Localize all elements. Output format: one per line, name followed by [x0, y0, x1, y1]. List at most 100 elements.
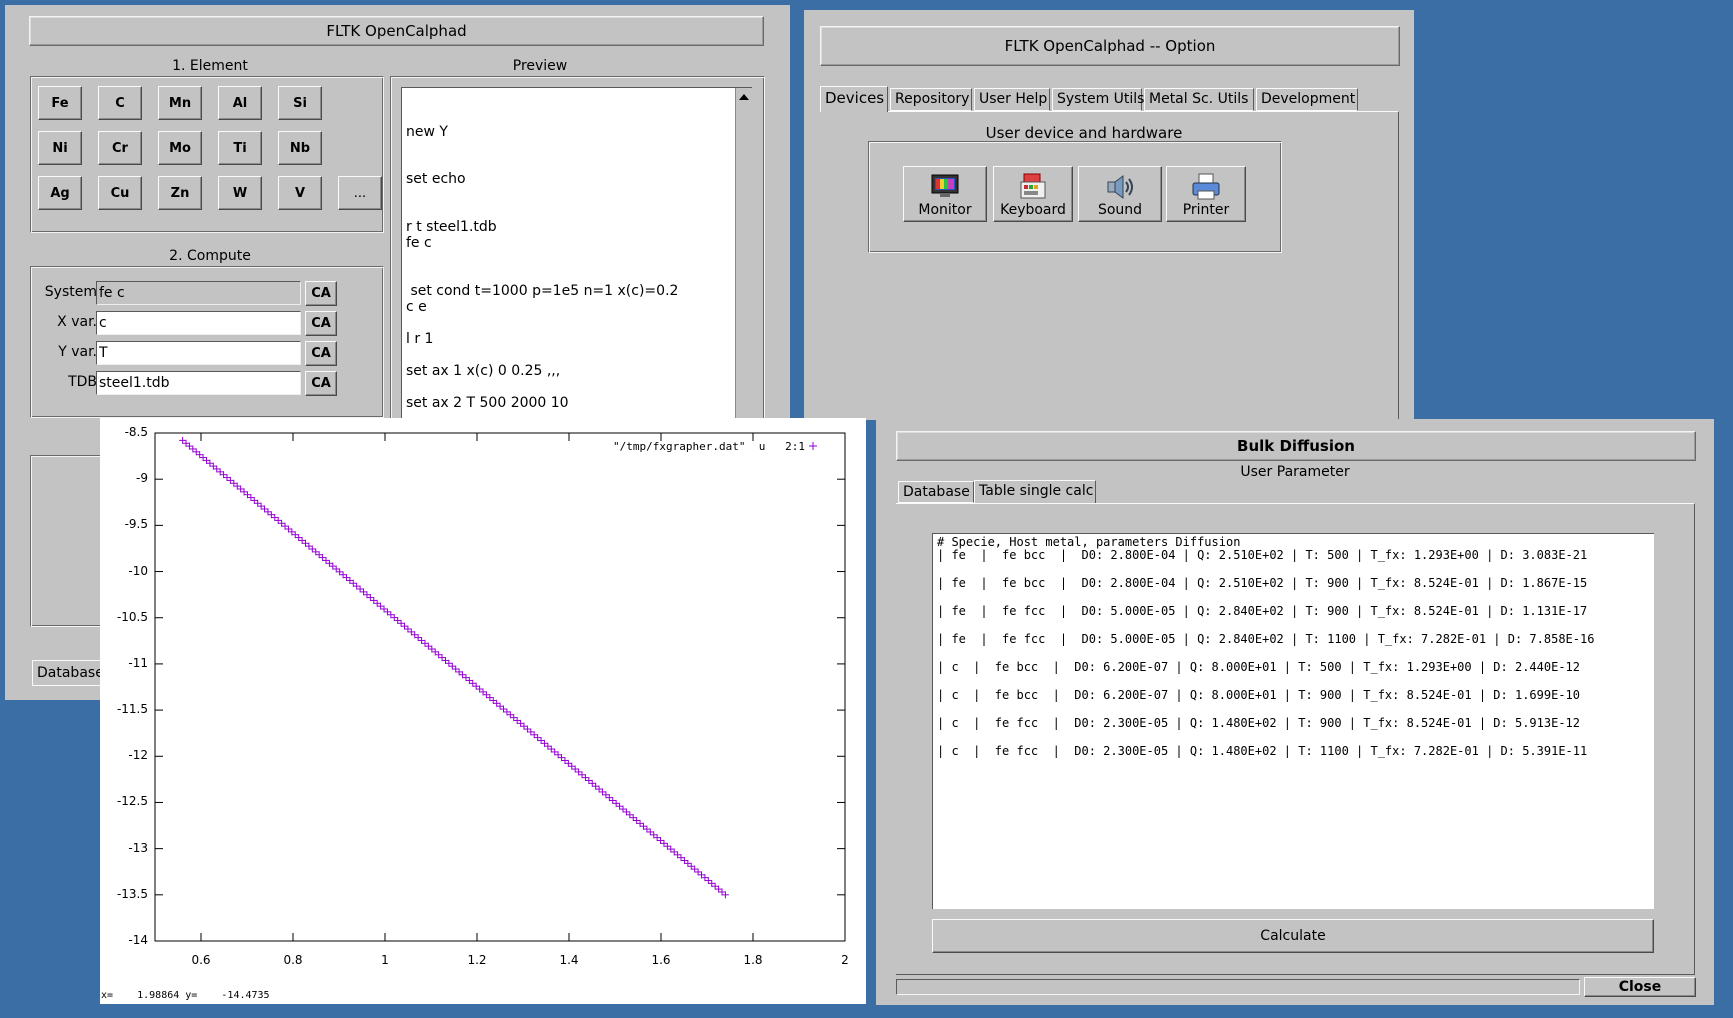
y-tick-label: -10: [128, 563, 148, 578]
printer-label: Printer: [1182, 202, 1230, 218]
tab-repository[interactable]: Repository: [890, 88, 972, 111]
table-row: | c | fe bcc | D0: 6.200E-07 | Q: 8.000E…: [937, 688, 1580, 702]
speaker-icon: [1105, 173, 1135, 205]
monitor-label: Monitor: [918, 202, 972, 218]
preview-scrollbar[interactable]: [735, 88, 752, 428]
element-group-label: 1. Element: [172, 58, 248, 74]
keyboard-icon: [1018, 173, 1048, 205]
preview-line: set ax 2 T 500 2000 10: [406, 395, 569, 411]
sound-button[interactable]: Sound: [1078, 166, 1162, 222]
plot-legend: "/tmp/fxgrapher.dat" u 2:1: [613, 440, 806, 453]
calculate-button[interactable]: Calculate: [932, 919, 1654, 953]
y-tick-label: -8.5: [124, 425, 148, 439]
legend-marker: [809, 442, 817, 450]
x-tick-label: 1.4: [559, 953, 579, 967]
element-button-w[interactable]: W: [218, 176, 262, 210]
tab-database[interactable]: Database: [898, 481, 974, 503]
compute-group-label: 2. Compute: [169, 248, 251, 264]
table-row: | fe | fe bcc | D0: 2.800E-04 | Q: 2.510…: [937, 576, 1588, 590]
progress-bar: [896, 979, 1580, 995]
diffusion-window: Bulk Diffusion User Parameter Database T…: [876, 419, 1714, 1005]
keyboard-button[interactable]: Keyboard: [993, 166, 1073, 222]
element-button-si[interactable]: Si: [278, 86, 322, 120]
y-tick-label: -11.5: [116, 702, 148, 717]
y-tick-label: -9.5: [124, 517, 148, 532]
element-button-c[interactable]: C: [98, 86, 142, 120]
y-tick-label: -11: [128, 655, 148, 670]
xvar-field[interactable]: [96, 311, 301, 335]
xvar-ca-button[interactable]: CA: [305, 311, 337, 336]
table-row: | fe | fe fcc | D0: 5.000E-05 | Q: 2.840…: [937, 632, 1595, 646]
y-tick-label: -12: [128, 748, 148, 763]
tdb-label: TDB: [68, 374, 97, 390]
element-button-al[interactable]: Al: [218, 86, 262, 120]
tdb-ca-button[interactable]: CA: [305, 371, 337, 396]
table-row: | c | fe fcc | D0: 2.300E-05 | Q: 1.480E…: [937, 744, 1588, 758]
element-button-ni[interactable]: Ni: [38, 131, 82, 165]
monitor-icon: [930, 173, 960, 203]
yvar-field[interactable]: [96, 341, 301, 365]
system-field[interactable]: [96, 281, 301, 305]
tab-table-single-calc[interactable]: Table single calc: [974, 480, 1096, 504]
sound-label: Sound: [1097, 202, 1143, 218]
element-button-nb[interactable]: Nb: [278, 131, 322, 165]
monitor-button[interactable]: Monitor: [903, 166, 987, 222]
device-group-label: User device and hardware: [985, 124, 1183, 142]
element-button-more[interactable]: ...: [338, 176, 382, 210]
preview-label: Preview: [512, 58, 568, 74]
element-button-mo[interactable]: Mo: [158, 131, 202, 165]
preview-line: set ax 1 x(c) 0 0.25 ,,,: [406, 363, 561, 379]
diffusion-window-title: Bulk Diffusion: [896, 431, 1696, 461]
printer-button[interactable]: Printer: [1166, 166, 1246, 222]
element-button-fe[interactable]: Fe: [38, 86, 82, 120]
element-button-mn[interactable]: Mn: [158, 86, 202, 120]
option-window-title: FLTK OpenCalphad -- Option: [820, 26, 1400, 66]
system-label: System: [44, 284, 97, 300]
tab-metal-sc-utils[interactable]: Metal Sc. Utils: [1144, 88, 1254, 111]
preview-line: r t steel1.tdb: [406, 219, 497, 235]
scroll-up-arrow-icon[interactable]: [739, 94, 749, 100]
printer-icon: [1191, 173, 1221, 205]
preview-line: c e: [406, 299, 427, 315]
plot-points: [179, 436, 729, 899]
x-tick-label: 1.2: [467, 953, 487, 967]
system-ca-button[interactable]: CA: [305, 281, 337, 306]
x-tick-label: 0.6: [191, 953, 211, 967]
plot-frame: [154, 432, 846, 942]
preview-line: set cond t=1000 p=1e5 n=1 x(c)=0.2: [406, 283, 679, 299]
tab-devices[interactable]: Devices: [820, 86, 888, 112]
tab-development[interactable]: Development: [1256, 88, 1358, 111]
diffusion-table-area[interactable]: # Specie, Host metal, parameters Diffusi…: [932, 533, 1654, 909]
element-button-cu[interactable]: Cu: [98, 176, 142, 210]
preview-text-area[interactable]: new Y set echo r t steel1.tdb fe c set c…: [401, 87, 752, 428]
yvar-ca-button[interactable]: CA: [305, 341, 337, 366]
element-button-ti[interactable]: Ti: [218, 131, 262, 165]
element-button-ag[interactable]: Ag: [38, 176, 82, 210]
close-button[interactable]: Close: [1584, 977, 1696, 997]
yvar-label: Y var.: [58, 344, 97, 360]
table-row: | c | fe fcc | D0: 2.300E-05 | Q: 1.480E…: [937, 716, 1580, 730]
preview-line: l r 1: [406, 331, 434, 347]
x-tick-label: 2: [841, 953, 849, 967]
element-button-v[interactable]: V: [278, 176, 322, 210]
keyboard-label: Keyboard: [1000, 202, 1066, 218]
preview-line: new Y: [406, 124, 448, 140]
option-window: FLTK OpenCalphad -- Option User device a…: [804, 10, 1414, 427]
table-header: # Specie, Host metal, parameters Diffusi…: [937, 535, 1241, 549]
table-row: | c | fe bcc | D0: 6.200E-07 | Q: 8.000E…: [937, 660, 1580, 674]
tab-system-utils[interactable]: System Utils: [1052, 88, 1144, 111]
element-group: [30, 76, 384, 233]
y-tick-label: -9: [136, 471, 148, 486]
plot-status: x= 1.98864 y= -14.4735: [101, 990, 270, 1001]
y-tick-label: -13.5: [116, 886, 148, 901]
x-tick-label: 1.6: [651, 953, 671, 967]
x-tick-label: 1.8: [743, 953, 763, 967]
y-tick-label: -14: [128, 933, 148, 947]
x-tick-label: 0.8: [283, 953, 303, 967]
plot-canvas[interactable]: [100, 418, 866, 1004]
tab-user-help[interactable]: User Help: [974, 88, 1050, 111]
element-button-zn[interactable]: Zn: [158, 176, 202, 210]
tdb-field[interactable]: [96, 371, 301, 395]
preview-line: fe c: [406, 235, 432, 251]
element-button-cr[interactable]: Cr: [98, 131, 142, 165]
